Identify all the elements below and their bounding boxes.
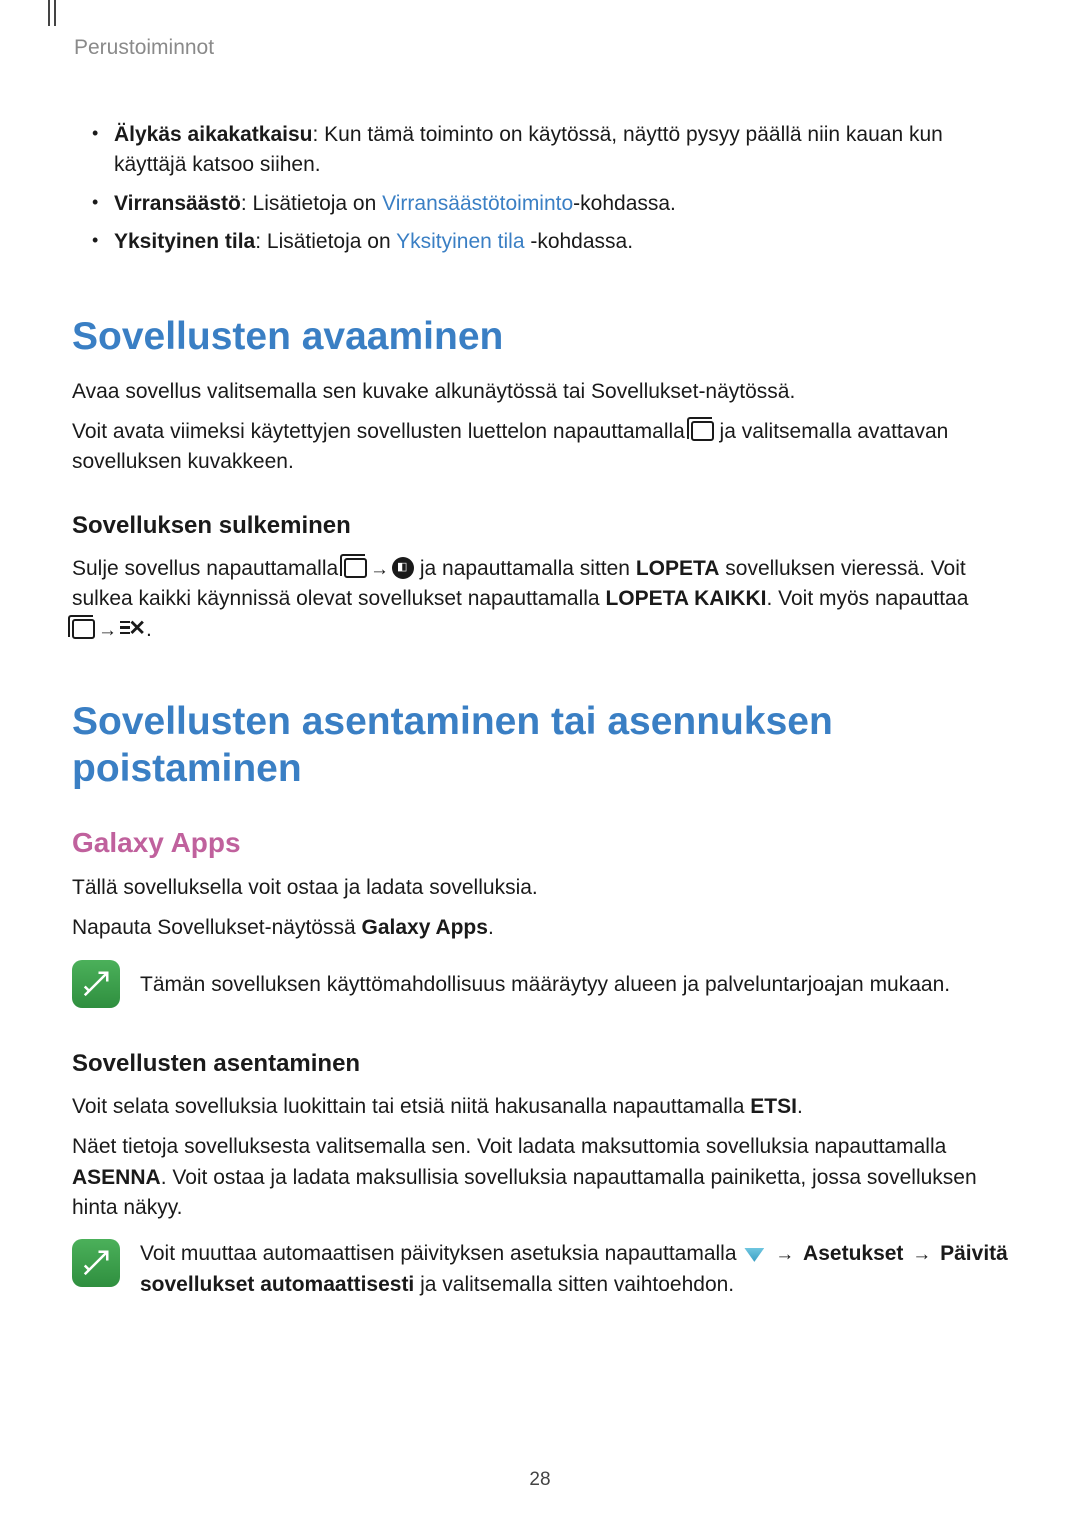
bullet-text: -kohdassa.	[573, 192, 676, 215]
breadcrumb: Perustoiminnot	[74, 36, 1008, 60]
body-text: Voit selata sovelluksia luokittain tai e…	[72, 1092, 1008, 1122]
feature-bullet-list: Älykäs aikakatkaisu: Kun tämä toiminto o…	[72, 120, 1008, 258]
arrow-icon: →	[98, 620, 117, 641]
close-all-icon: ✕	[120, 619, 146, 639]
page-content: Perustoiminnot Älykäs aikakatkaisu: Kun …	[0, 0, 1080, 1394]
page-number: 28	[0, 1469, 1080, 1491]
subsection-closing-app: Sovelluksen sulkeminen Sulje sovellus na…	[72, 512, 1008, 645]
body-text: Tällä sovelluksella voit ostaa ja ladata…	[72, 873, 1008, 903]
note-callout: Voit muuttaa automaattisen päivityksen a…	[72, 1239, 1008, 1300]
section-opening-apps: Sovellusten avaaminen Avaa sovellus vali…	[72, 314, 1008, 645]
recent-apps-icon	[344, 558, 367, 578]
arrow-icon: →	[370, 559, 389, 580]
heading-galaxy-apps: Galaxy Apps	[72, 827, 1008, 859]
dropdown-icon	[744, 1248, 764, 1262]
link-yksityinen-tila[interactable]: Yksityinen tila	[396, 230, 524, 253]
body-text: Voit avata viimeksi käytettyjen sovellus…	[72, 417, 1008, 478]
note-callout: Tämän sovelluksen käyttömahdollisuus mää…	[72, 960, 1008, 1008]
arrow-icon: →	[775, 1244, 794, 1265]
note-text: Voit muuttaa automaattisen päivityksen a…	[140, 1239, 1008, 1300]
bullet-text: : Lisätietoja on	[255, 230, 396, 253]
page-tab-marker	[48, 0, 56, 26]
list-item: Älykäs aikakatkaisu: Kun tämä toiminto o…	[114, 120, 1008, 181]
bullet-term: Älykäs aikakatkaisu	[114, 123, 312, 146]
body-text: Napauta Sovellukset-näytössä Galaxy Apps…	[72, 913, 1008, 943]
note-icon	[72, 960, 120, 1008]
link-virransaasto[interactable]: Virransäästötoiminto	[382, 192, 573, 215]
note-icon	[72, 1239, 120, 1287]
bullet-term: Virransäästö	[114, 192, 241, 215]
heading-installing-apps: Sovellusten asentaminen	[72, 1050, 1008, 1078]
body-text: Näet tietoja sovelluksesta valitsemalla …	[72, 1132, 1008, 1223]
body-text: Avaa sovellus valitsemalla sen kuvake al…	[72, 377, 1008, 407]
task-manager-icon	[392, 557, 414, 579]
recent-apps-icon	[691, 421, 714, 441]
arrow-icon: →	[912, 1244, 931, 1265]
list-item: Virransäästö: Lisätietoja on Virransääst…	[114, 189, 1008, 219]
heading-install-uninstall: Sovellusten asentaminen tai asennuksen p…	[72, 699, 1008, 793]
body-text: Sulje sovellus napauttamalla → ja napaut…	[72, 554, 1008, 645]
section-install-uninstall: Sovellusten asentaminen tai asennuksen p…	[72, 699, 1008, 1300]
recent-apps-icon	[72, 619, 95, 639]
heading-closing-app: Sovelluksen sulkeminen	[72, 512, 1008, 540]
bullet-text: -kohdassa.	[525, 230, 634, 253]
bullet-term: Yksityinen tila	[114, 230, 255, 253]
heading-opening-apps: Sovellusten avaaminen	[72, 314, 1008, 361]
list-item: Yksityinen tila: Lisätietoja on Yksityin…	[114, 227, 1008, 257]
note-text: Tämän sovelluksen käyttömahdollisuus mää…	[140, 960, 1008, 1000]
bullet-text: : Lisätietoja on	[241, 192, 382, 215]
